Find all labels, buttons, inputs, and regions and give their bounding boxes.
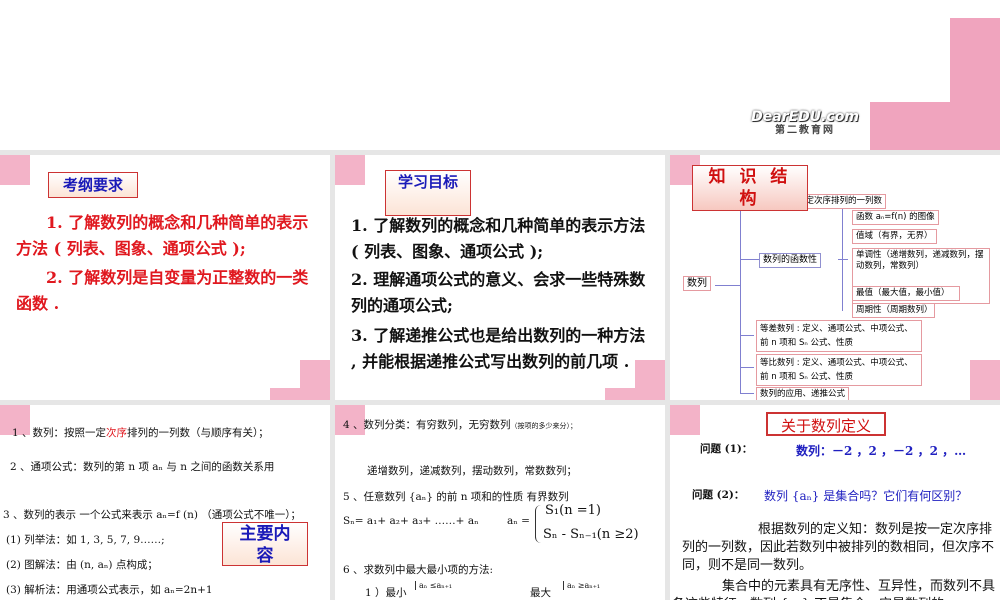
requirement-2: 2. 了解数列是自变量为正整数的一类函数 . — [16, 268, 309, 313]
tree-line — [838, 259, 848, 260]
tree-node: 周期性（周期数列） — [852, 303, 935, 318]
text-line: 5 、任意数列 {aₙ} 的前 n 项和的性质 有界数列 — [343, 491, 569, 503]
slide-classification[interactable]: 4 、数列分类：有穷数列，无穷数列（按项的多少来分）； 递增数列，递减数列，摆动… — [335, 405, 665, 600]
tree-application: 数列的应用、递推公式 — [756, 387, 850, 400]
slide-title: 考纲要求 — [48, 172, 138, 198]
formula-max: aₙ ≥aₙ₊₁ — [563, 581, 600, 590]
tree-node: 函数 aₙ=f(n) 的图像 — [852, 210, 939, 225]
slide-knowledge-structure[interactable]: 数列 按一定次序排列的一列数 数列的函数性 函数 aₙ=f(n) 的图像 值域（… — [670, 155, 1000, 400]
decor-corner — [605, 388, 635, 400]
text-line: 1 、数列：按照一定次序排列的一列数（与顺序有关）； — [12, 427, 269, 439]
text-line: 6 、求数列中最大最小项的方法: — [343, 564, 494, 576]
tree-line — [740, 367, 754, 368]
tree-line — [842, 207, 843, 311]
top-blank-area: DearEDU.com 第二教育网 — [0, 0, 1000, 150]
tree-line — [740, 185, 741, 393]
tree-line — [740, 393, 754, 394]
slide-title: 学习目标 — [385, 170, 471, 216]
tree-geometric: 等比数列 : 定义、通项公式、中项公式、前 n 项和 Sₙ 公式、性质 — [756, 354, 922, 386]
text-line: 4 、数列分类：有穷数列，无穷数列（按项的多少来分）； — [343, 419, 578, 431]
slide-learning-goals[interactable]: 学习目标 1. 了解数列的概念和几种简单的表示方法 ( 列表、图象、通项公式 )… — [335, 155, 665, 400]
tree-line — [715, 285, 740, 286]
slide-main-content[interactable]: 1 、数列：按照一定次序排列的一列数（与顺序有关）； 2 、通项公式：数列的第 … — [0, 405, 330, 600]
slide-exam-requirements[interactable]: 考纲要求 1. 了解数列的概念和几种简单的表示方法 ( 列表、图象、通项公式 )… — [0, 155, 330, 400]
formula-min: aₙ ≤aₙ₊₁ — [415, 581, 452, 590]
decor-corner — [270, 388, 300, 400]
tree-node: 值域（有界，无界） — [852, 229, 937, 244]
formula-sn: Sₙ= a₁+ a₂+ a₃+ ……+ aₙ — [343, 515, 479, 527]
tree-line — [740, 259, 760, 260]
decor-border — [950, 18, 1000, 150]
goal-1: 1. 了解数列的概念和几种简单的表示方法 ( 列表、图象、通项公式 ); — [351, 216, 646, 261]
tree-arithmetic: 等差数列 : 定义、通项公式、中项公式、前 n 项和 Sₙ 公式、性质 — [756, 320, 922, 352]
tree-line — [740, 335, 754, 336]
requirement-1: 1. 了解数列的概念和几种简单的表示方法 ( 列表、图象、通项公式 ); — [16, 213, 309, 258]
decor-corner — [0, 155, 30, 185]
text-line: 2 、通项公式：数列的第 n 项 aₙ 与 n 之间的函数关系用 — [10, 461, 275, 473]
goal-2: 2. 理解通项公式的意义、会求一些特殊数列的通项公式; — [351, 270, 646, 315]
answer-paragraph-1: 根据数列的定义知：数列是按一定次序排列的一列数，因此若数列中被排列的数相同，但次… — [682, 522, 995, 573]
text-line: (2) 图解法：由 (n, aₙ) 点构成； — [6, 559, 158, 571]
main-content-badge: 主要内容 — [222, 522, 308, 566]
dearedu-logo: DearEDU.com 第二教育网 — [751, 109, 859, 136]
goal-3: 3. 了解递推公式也是给出数列的一种方法 , 并能根据递推公式写出数列的前几项 … — [351, 326, 646, 371]
slide-title: 关于数列定义 — [766, 412, 886, 436]
text-line: 最大 — [530, 587, 551, 599]
formula-an: aₙ = — [507, 515, 530, 527]
text-line: (1) 列举法：如 1, 3, 5, 7, 9……; — [6, 534, 165, 546]
tree-root: 数列 — [683, 276, 711, 291]
tree-node: 最值（最大值，最小值） — [852, 286, 960, 301]
formula-case-1: S₁(n =1) — [545, 503, 601, 518]
decor-corner — [970, 360, 1000, 400]
question-1-text: 数列：－2 ，2 ，－2 ，2 ，… — [796, 444, 967, 458]
brace — [535, 505, 542, 543]
decor-border — [870, 102, 950, 150]
text-line: 递增数列，递减数列，摆动数列，常数数列； — [367, 465, 577, 477]
tree-function-property: 数列的函数性 — [759, 253, 822, 268]
text-line: 3 、数列的表示 一个公式来表示 aₙ=f (n) （通项公式不唯一）； — [3, 509, 302, 521]
text-line: (3) 解析法：用通项公式表示，如 aₙ=2n+1 — [6, 584, 213, 596]
question-2-text: 数列 {aₙ} 是集合吗？它们有何区别？ — [764, 489, 968, 503]
decor-corner — [300, 360, 330, 400]
decor-corner — [670, 405, 700, 435]
slide-title: 知 识 结 构 — [692, 165, 808, 211]
formula-case-2: Sₙ - Sₙ₋₁(n ≥2) — [543, 527, 639, 542]
answer-paragraph-2: 集合中的元素具有无序性、互异性，而数列不具备这些特征，数列 {aₙ} 不是集合，… — [672, 579, 996, 600]
decor-corner — [335, 155, 365, 185]
text-line: 1 ）最小 — [365, 587, 407, 599]
slide-definition[interactable]: 关于数列定义 问题 (1)： 数列：－2 ，2 ，－2 ，2 ，… 问题 (2)… — [670, 405, 1000, 600]
